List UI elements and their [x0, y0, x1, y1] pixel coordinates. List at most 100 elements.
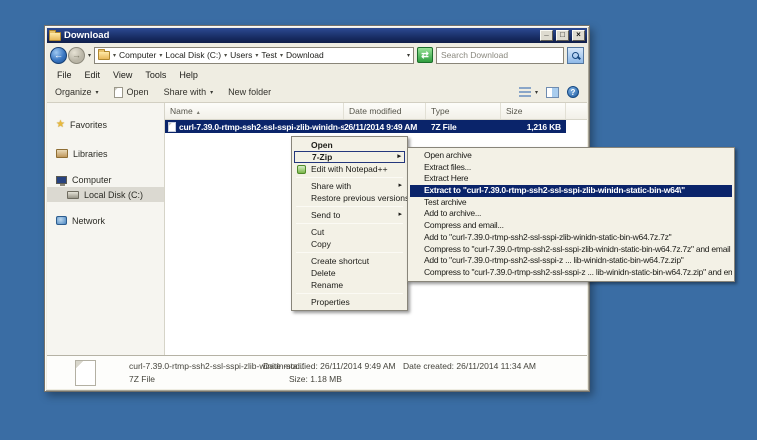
menu-item-label: Extract to "curl-7.39.0-rtmp-ssh2-ssl-ss… [424, 185, 685, 195]
context-menu-item-properties[interactable]: Properties [294, 296, 405, 308]
breadcrumb-item-download[interactable]: Download [286, 50, 324, 60]
sidebar-item-local-disk[interactable]: Local Disk (C:) [47, 187, 164, 202]
history-dropdown-icon[interactable]: ▾ [88, 52, 91, 59]
context-menu-item-restore-versions[interactable]: Restore previous versions [294, 192, 405, 204]
submenu-item-compress-email[interactable]: Compress and email... [410, 220, 732, 232]
submenu-item-open-archive[interactable]: Open archive [410, 150, 732, 162]
breadcrumb[interactable]: ▾ Computer ▾ Local Disk (C:) ▾ Users ▾ T… [94, 47, 414, 64]
forward-button[interactable]: → [68, 47, 85, 64]
chevron-down-icon[interactable]: ▾ [280, 52, 283, 59]
views-button[interactable]: ▾ [519, 87, 538, 97]
breadcrumb-item-test[interactable]: Test [261, 50, 277, 60]
submenu-arrow-icon: ▸ [397, 152, 401, 162]
sidebar-item-label: Libraries [73, 149, 108, 159]
menu-item-label: Extract Here [424, 173, 468, 183]
address-dropdown-icon[interactable]: ▾ [407, 52, 410, 59]
context-menu-item-create-shortcut[interactable]: Create shortcut [294, 255, 405, 267]
context-menu-item-7zip[interactable]: 7-Zip▸ [294, 151, 405, 163]
chevron-down-icon[interactable]: ▾ [159, 52, 162, 59]
menu-item-label: Copy [311, 239, 331, 249]
menu-item-label: Properties [311, 297, 350, 307]
context-menu-item-share-with[interactable]: Share with▸ [294, 180, 405, 192]
folder-icon [49, 32, 61, 41]
submenu-item-add-to-zip[interactable]: Add to "curl-7.39.0-rtmp-ssh2-ssl-sspi-z… [410, 255, 732, 267]
context-menu-item-send-to[interactable]: Send to▸ [294, 209, 405, 221]
chevron-down-icon[interactable]: ▾ [224, 52, 227, 59]
refresh-button[interactable]: ⇄ [417, 47, 433, 63]
new-folder-button[interactable]: New folder [228, 87, 271, 97]
sidebar-item-libraries[interactable]: Libraries [47, 146, 164, 161]
file-size-cell: 1,216 KB [501, 122, 566, 132]
column-header-date-modified[interactable]: Date modified [344, 103, 426, 119]
submenu-item-add-to-archive[interactable]: Add to archive... [410, 208, 732, 220]
breadcrumb-item-users[interactable]: Users [230, 50, 252, 60]
context-menu-item-rename[interactable]: Rename [294, 279, 405, 291]
minimize-button[interactable]: _ [540, 30, 553, 41]
column-header-size[interactable]: Size [501, 103, 566, 119]
computer-icon [56, 176, 67, 184]
search-button[interactable] [567, 47, 584, 64]
sidebar-item-computer[interactable]: Computer [47, 172, 164, 187]
menu-file[interactable]: File [57, 70, 72, 80]
submenu-item-extract-to[interactable]: Extract to "curl-7.39.0-rtmp-ssh2-ssl-ss… [410, 185, 732, 197]
menu-help[interactable]: Help [179, 70, 198, 80]
details-file-type: 7Z File [129, 374, 155, 384]
details-size: Size: 1.18 MB [289, 374, 342, 384]
sidebar-item-favorites[interactable]: ★ Favorites [47, 117, 164, 132]
menu-edit[interactable]: Edit [85, 70, 101, 80]
submenu-item-extract-files[interactable]: Extract files... [410, 162, 732, 174]
submenu-item-compress-to-zip-email[interactable]: Compress to "curl-7.39.0-rtmp-ssh2-ssl-s… [410, 267, 732, 279]
title-bar[interactable]: Download _ □ × [47, 28, 587, 43]
menu-separator [296, 223, 403, 224]
organize-label: Organize [55, 87, 92, 97]
menu-item-label: Compress to "curl-7.39.0-rtmp-ssh2-ssl-s… [424, 267, 732, 277]
menu-item-label: Test archive [424, 197, 466, 207]
breadcrumb-item-local-disk[interactable]: Local Disk (C:) [165, 50, 221, 60]
context-menu-item-copy[interactable]: Copy [294, 238, 405, 250]
search-input[interactable]: Search Download [436, 47, 564, 64]
submenu-item-extract-here[interactable]: Extract Here [410, 173, 732, 185]
column-header-name[interactable]: Name▴ [165, 103, 344, 119]
column-header-type[interactable]: Type [426, 103, 501, 119]
submenu-item-add-to-7z[interactable]: Add to "curl-7.39.0-rtmp-ssh2-ssl-sspi-z… [410, 232, 732, 244]
chevron-down-icon: ▾ [96, 89, 99, 96]
details-date-created: Date created: 26/11/2014 11:34 AM [403, 361, 536, 371]
chevron-down-icon[interactable]: ▾ [255, 52, 258, 59]
preview-pane-button[interactable] [546, 87, 559, 98]
help-button[interactable]: ? [567, 86, 579, 98]
sidebar-item-network[interactable]: Network [47, 213, 164, 228]
chevron-down-icon[interactable]: ▾ [113, 52, 116, 59]
context-menu-item-edit-notepad[interactable]: Edit with Notepad++ [294, 163, 405, 175]
details-pane: curl-7.39.0-rtmp-ssh2-ssl-sspi-zlib-wini… [47, 355, 587, 389]
search-placeholder: Search Download [441, 50, 508, 60]
details-date-modified: Date modified: 26/11/2014 9:49 AM [263, 361, 396, 371]
menu-separator [296, 177, 403, 178]
open-label: Open [127, 87, 149, 97]
menu-item-label: Open archive [424, 150, 472, 160]
open-button[interactable]: Open [114, 87, 149, 98]
7zip-submenu: Open archive Extract files... Extract He… [407, 147, 735, 282]
share-with-button[interactable]: Share with ▾ [164, 87, 214, 97]
organize-button[interactable]: Organize ▾ [55, 87, 99, 97]
breadcrumb-item-computer[interactable]: Computer [119, 50, 156, 60]
menu-tools[interactable]: Tools [145, 70, 166, 80]
context-menu-item-cut[interactable]: Cut [294, 226, 405, 238]
context-menu-item-open[interactable]: Open [294, 139, 405, 151]
close-button[interactable]: × [572, 30, 585, 41]
file-preview-icon [75, 360, 96, 386]
submenu-item-test-archive[interactable]: Test archive [410, 197, 732, 209]
maximize-button[interactable]: □ [556, 30, 569, 41]
new-folder-label: New folder [228, 87, 271, 97]
file-icon [168, 122, 176, 132]
menu-item-label: Cut [311, 227, 324, 237]
search-icon [572, 52, 579, 59]
file-row-selected[interactable]: curl-7.39.0-rtmp-ssh2-ssl-sspi-zlib-wini… [165, 120, 566, 133]
menu-item-label: Delete [311, 268, 336, 278]
context-menu-item-delete[interactable]: Delete [294, 267, 405, 279]
menu-view[interactable]: View [113, 70, 132, 80]
back-button[interactable]: ← [50, 47, 67, 64]
context-menu: Open 7-Zip▸ Edit with Notepad++ Share wi… [291, 136, 408, 311]
submenu-item-compress-to-7z-email[interactable]: Compress to "curl-7.39.0-rtmp-ssh2-ssl-s… [410, 244, 732, 256]
location-folder-icon [98, 51, 110, 60]
column-header-filler [566, 103, 587, 119]
